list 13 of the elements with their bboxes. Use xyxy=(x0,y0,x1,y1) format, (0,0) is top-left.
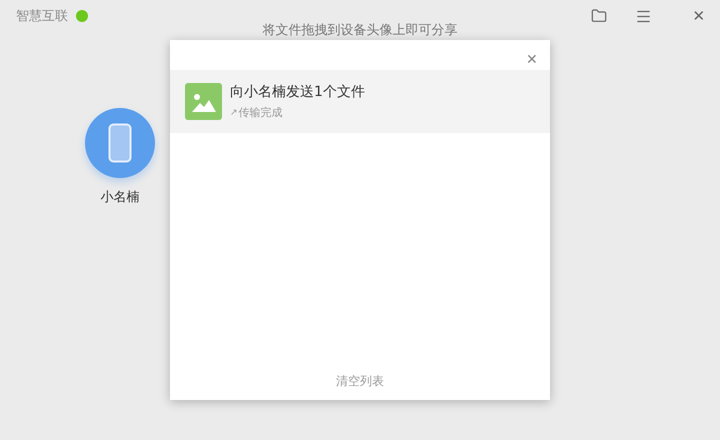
transfer-title: 向小名楠发送1个文件 xyxy=(230,83,365,101)
image-file-icon xyxy=(185,83,222,120)
clear-list-button[interactable]: 清空列表 xyxy=(336,373,384,390)
folder-icon[interactable] xyxy=(590,7,608,25)
close-button[interactable]: ✕ xyxy=(526,50,538,68)
hint-text: 将文件拖拽到设备头像上即可分享 xyxy=(262,23,458,38)
close-button[interactable]: ✕ xyxy=(690,7,708,25)
transfer-item[interactable]: 向小名楠发送1个文件 ↗传输完成 xyxy=(170,70,550,133)
device-name: 小名楠 xyxy=(100,189,140,206)
transfer-status: 传输完成 xyxy=(238,105,283,120)
phone-icon xyxy=(108,123,132,163)
app-title: 智慧互联 xyxy=(16,8,68,25)
arrow-icon: ↗ xyxy=(230,108,238,118)
